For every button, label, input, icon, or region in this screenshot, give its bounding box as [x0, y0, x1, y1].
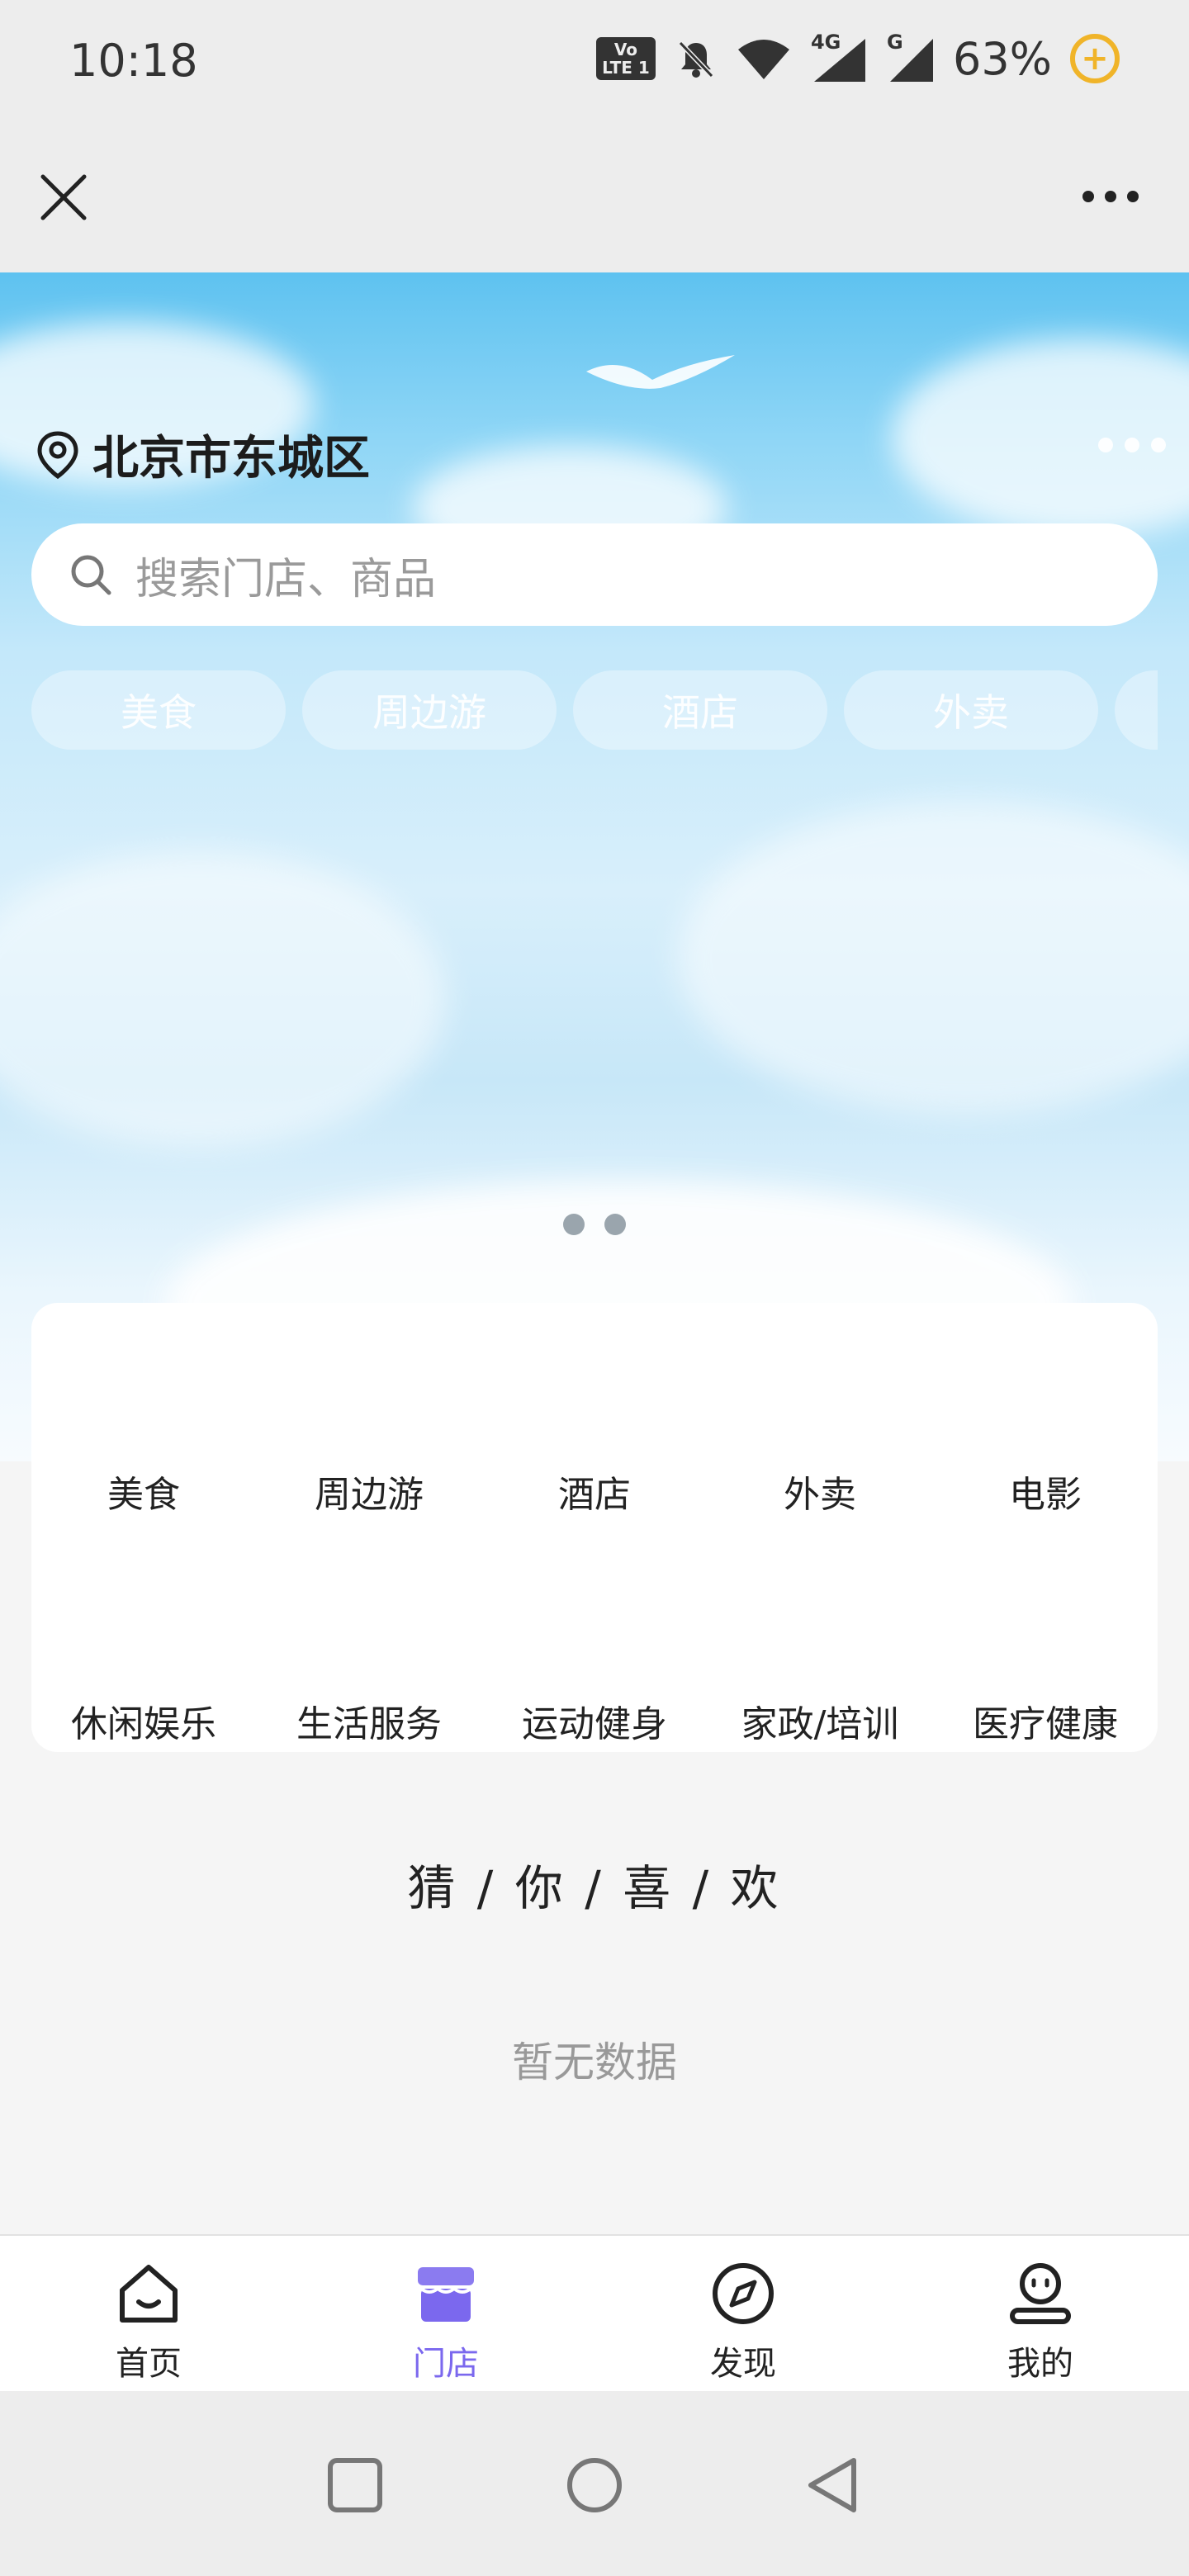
system-navigation-bar: [0, 2391, 1189, 2576]
category-medical[interactable]: 医疗健康: [933, 1694, 1158, 1752]
search-input[interactable]: 搜索门店、商品: [31, 523, 1158, 626]
category-leisure[interactable]: 休闲娱乐: [31, 1694, 256, 1752]
tab-home[interactable]: 首页: [0, 2236, 297, 2393]
category-chip-row: 美食 周边游 酒店 外卖: [31, 670, 1158, 750]
battery-percent: 63%: [952, 32, 1052, 85]
search-placeholder: 搜索门店、商品: [135, 554, 437, 604]
home-icon: [120, 2265, 178, 2323]
tab-discover[interactable]: 发现: [594, 2236, 892, 2393]
status-time: 10:18: [69, 35, 198, 87]
signal-4g-icon: 4G: [809, 31, 867, 83]
location-selector[interactable]: 北京市东城区: [35, 421, 370, 488]
hero-banner: 北京市东城区 搜索门店、商品 美食 周边游 酒店 外卖: [0, 272, 1189, 1461]
status-bar: 10:18 Vo LTE 1 4G G 63% +: [0, 0, 1189, 124]
compass-icon: [713, 2263, 774, 2324]
tab-label: 首页: [116, 2345, 182, 2383]
category-nearby-travel[interactable]: 周边游: [257, 1465, 481, 1522]
home-button[interactable]: [553, 2444, 636, 2526]
mini-program-nav-bar: [0, 124, 1189, 272]
tab-label: 门店: [413, 2345, 479, 2383]
cloud-decoration: [0, 850, 446, 1148]
tab-label: 发现: [710, 2345, 776, 2383]
pager-dot[interactable]: [563, 1214, 585, 1235]
chip-nearby-travel[interactable]: 周边游: [302, 670, 557, 750]
empty-state-text: 暂无数据: [512, 2039, 677, 2086]
recents-button[interactable]: [314, 2444, 396, 2526]
more-horizontal-icon[interactable]: [1080, 182, 1141, 211]
location-pin-icon: [37, 430, 78, 479]
status-icons: Vo LTE 1 4G G 63% +: [595, 30, 1120, 88]
battery-saver-icon: +: [1070, 34, 1120, 83]
chip-food[interactable]: 美食: [31, 670, 286, 750]
back-button[interactable]: [793, 2444, 875, 2526]
volte-icon: Vo LTE 1: [595, 37, 656, 80]
category-fitness[interactable]: 运动健身: [482, 1694, 707, 1752]
category-grid: 美食 周边游 酒店 外卖 电影 休闲娱乐 生活服务 运动健身 家政/培训 医疗健…: [31, 1303, 1158, 1752]
wifi-icon: [737, 40, 789, 79]
signal-g-icon: G: [885, 31, 935, 83]
category-takeout[interactable]: 外卖: [708, 1465, 932, 1522]
close-icon[interactable]: [36, 170, 91, 225]
chip-more[interactable]: [1115, 670, 1158, 750]
bottom-tab-bar: 首页 门店 发现 我的: [0, 2234, 1189, 2391]
banner-pager: [0, 1214, 1189, 1235]
pager-dot[interactable]: [604, 1214, 626, 1235]
tab-mine[interactable]: 我的: [892, 2236, 1189, 2393]
category-movie[interactable]: 电影: [933, 1465, 1158, 1522]
search-icon: [71, 555, 111, 595]
location-text: 北京市东城区: [92, 432, 370, 485]
category-food[interactable]: 美食: [31, 1465, 256, 1522]
chip-takeout[interactable]: 外卖: [844, 670, 1098, 750]
guess-you-like-title: 猜 / 你 / 喜 / 欢: [407, 1860, 782, 1916]
tab-store[interactable]: 门店: [297, 2236, 594, 2393]
hero-more-icon[interactable]: [1098, 438, 1166, 452]
cloud-decoration: [677, 801, 1189, 1115]
profile-icon: [1010, 2263, 1071, 2324]
category-hotel[interactable]: 酒店: [482, 1465, 707, 1522]
category-life-service[interactable]: 生活服务: [257, 1694, 481, 1752]
category-housekeeping-training[interactable]: 家政/培训: [708, 1694, 932, 1752]
seagull-icon: [586, 355, 735, 389]
chip-hotel[interactable]: 酒店: [573, 670, 827, 750]
tab-label: 我的: [1007, 2345, 1073, 2383]
store-icon: [418, 2267, 474, 2322]
mute-bell-icon: [678, 40, 714, 78]
